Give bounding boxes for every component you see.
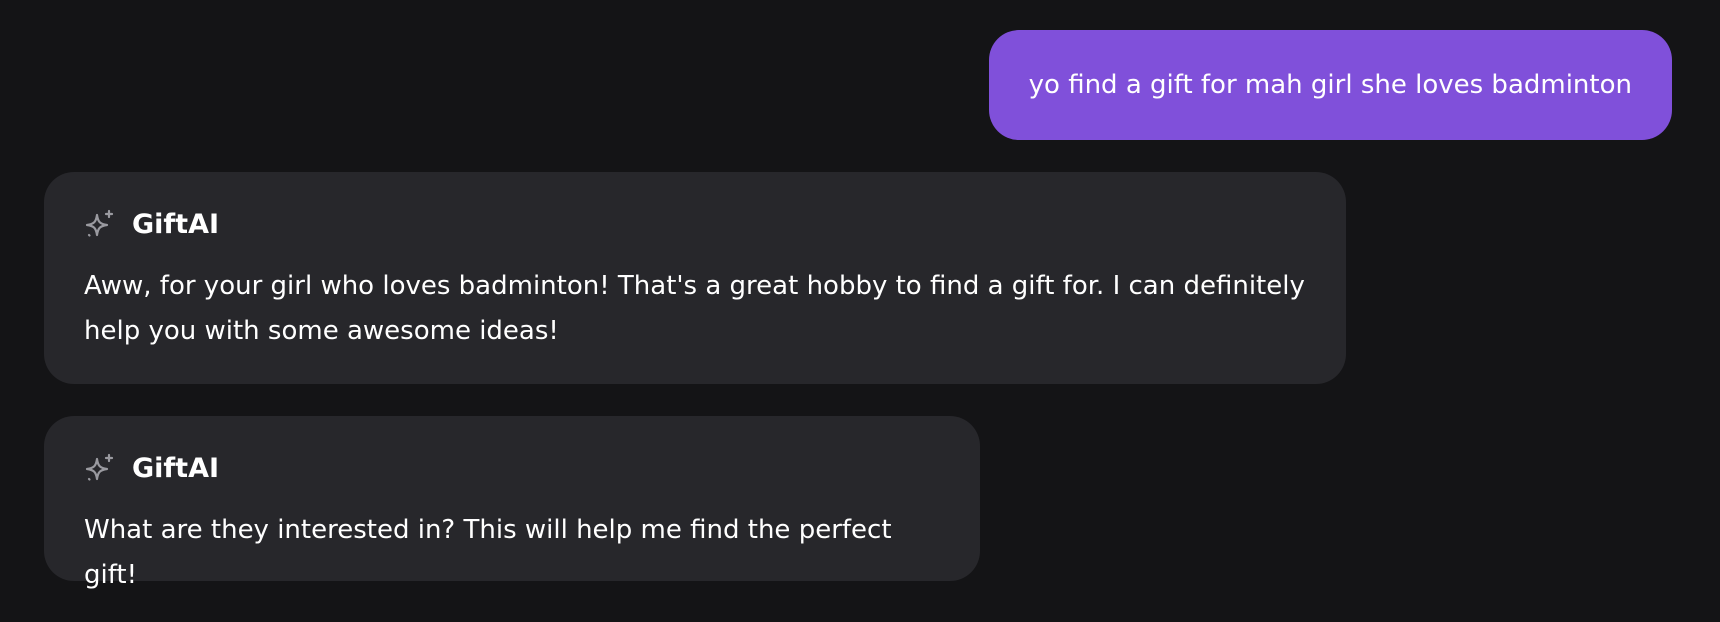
user-message: yo find a gift for mah girl she loves ba… [988, 30, 1672, 140]
sparkle-icon [84, 452, 116, 484]
assistant-message-text: What are they interested in? This will h… [84, 515, 892, 590]
assistant-header: GiftAI [84, 450, 940, 486]
assistant-name: GiftAI [132, 208, 220, 240]
chat-thread: yo find a gift for mah girl she loves ba… [0, 0, 1720, 622]
assistant-message-text: Aww, for your girl who loves badminton! … [84, 271, 1305, 346]
assistant-name: GiftAI [132, 452, 220, 484]
assistant-message: GiftAI What are they interested in? This… [44, 416, 980, 590]
assistant-header: GiftAI [84, 206, 1306, 242]
user-message-text: yo find a gift for mah girl she loves ba… [1028, 70, 1632, 100]
sparkle-icon [84, 208, 116, 240]
assistant-message: GiftAI Aww, for your girl who loves badm… [44, 172, 1346, 384]
